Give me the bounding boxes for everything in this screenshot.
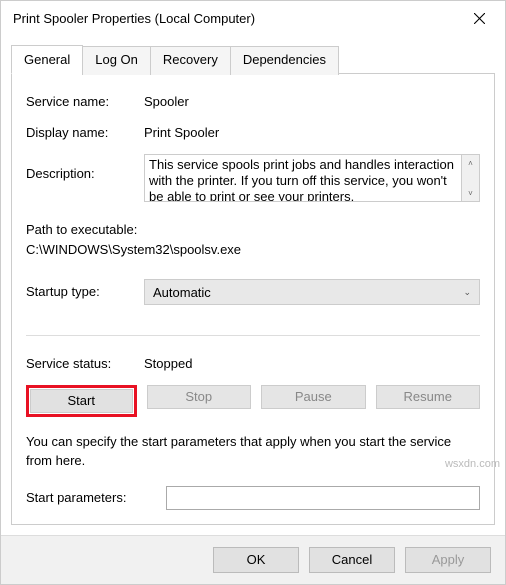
row-service-status: Service status: Stopped: [26, 354, 480, 371]
label-startup-type: Startup type:: [26, 279, 144, 299]
value-display-name: Print Spooler: [144, 123, 480, 140]
label-service-status: Service status:: [26, 354, 144, 371]
window-title: Print Spooler Properties (Local Computer…: [13, 11, 255, 26]
close-icon: [474, 13, 485, 24]
parameters-note: You can specify the start parameters tha…: [26, 433, 480, 469]
label-display-name: Display name:: [26, 123, 144, 140]
row-description: Description: This service spools print j…: [26, 154, 480, 202]
label-service-name: Service name:: [26, 92, 144, 109]
tab-recovery[interactable]: Recovery: [150, 46, 231, 75]
description-scrollbar[interactable]: ˄ ˅: [462, 154, 480, 202]
cancel-button[interactable]: Cancel: [309, 547, 395, 573]
tabstrip: General Log On Recovery Dependencies: [11, 44, 495, 73]
start-parameters-input[interactable]: [166, 486, 480, 510]
properties-dialog: Print Spooler Properties (Local Computer…: [0, 0, 506, 585]
startup-type-dropdown[interactable]: Automatic ⌄: [144, 279, 480, 305]
service-control-buttons: Start Stop Pause Resume: [26, 385, 480, 417]
tab-dependencies[interactable]: Dependencies: [230, 46, 339, 75]
label-description: Description:: [26, 154, 144, 181]
value-path: C:\WINDOWS\System32\spoolsv.exe: [26, 240, 480, 260]
dialog-footer: OK Cancel Apply: [1, 535, 505, 584]
pause-button: Pause: [261, 385, 366, 409]
chevron-up-icon[interactable]: ˄: [462, 155, 479, 171]
close-button[interactable]: [457, 4, 501, 34]
tab-logon[interactable]: Log On: [82, 46, 151, 75]
startup-type-value: Automatic: [153, 285, 211, 300]
start-highlight: Start: [26, 385, 137, 417]
label-path: Path to executable:: [26, 220, 480, 240]
stop-button: Stop: [147, 385, 252, 409]
description-text[interactable]: This service spools print jobs and handl…: [144, 154, 462, 202]
row-service-name: Service name: Spooler: [26, 92, 480, 109]
content-area: General Log On Recovery Dependencies Ser…: [1, 36, 505, 534]
start-button[interactable]: Start: [30, 389, 133, 413]
description-box: This service spools print jobs and handl…: [144, 154, 480, 202]
tab-general[interactable]: General: [11, 45, 83, 74]
path-block: Path to executable: C:\WINDOWS\System32\…: [26, 220, 480, 259]
resume-button: Resume: [376, 385, 481, 409]
chevron-down-icon: ⌄: [463, 287, 471, 298]
apply-button: Apply: [405, 547, 491, 573]
row-start-parameters: Start parameters:: [26, 486, 480, 510]
row-startup-type: Startup type: Automatic ⌄: [26, 279, 480, 305]
label-start-parameters: Start parameters:: [26, 486, 166, 505]
row-display-name: Display name: Print Spooler: [26, 123, 480, 140]
titlebar: Print Spooler Properties (Local Computer…: [1, 1, 505, 36]
chevron-down-icon[interactable]: ˅: [462, 185, 479, 201]
value-service-status: Stopped: [144, 354, 480, 371]
tabpanel-general: Service name: Spooler Display name: Prin…: [11, 73, 495, 524]
ok-button[interactable]: OK: [213, 547, 299, 573]
divider: [26, 335, 480, 336]
value-service-name: Spooler: [144, 92, 480, 109]
